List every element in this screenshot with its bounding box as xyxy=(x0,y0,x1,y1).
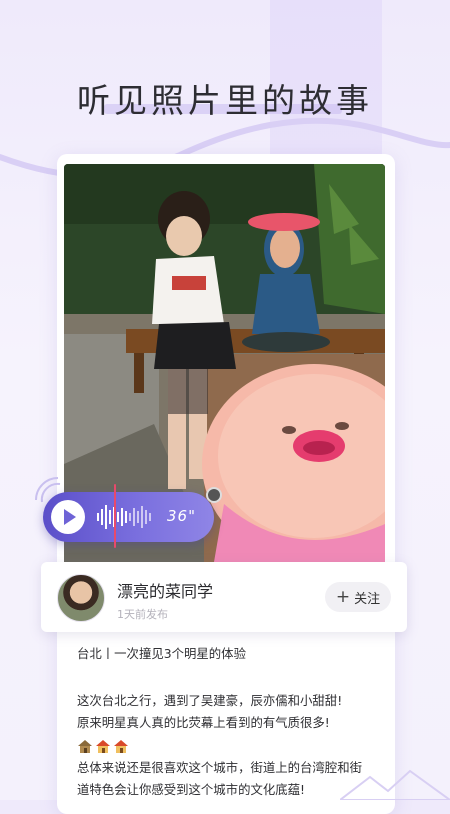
decorative-mountains xyxy=(340,769,450,800)
plus-icon: + xyxy=(335,586,351,607)
avatar[interactable] xyxy=(57,574,105,622)
emoji-row xyxy=(77,735,377,757)
playback-cursor[interactable] xyxy=(114,484,116,548)
play-icon xyxy=(63,509,76,525)
post-title: 台北丨一次撞见3个明星的体验 xyxy=(77,646,246,661)
house-icon xyxy=(78,739,92,753)
post-line: 总体来说还是很喜欢这个城市，街道上的台湾腔和街 xyxy=(77,759,362,775)
page-headline: 听见照片里的故事 xyxy=(77,81,373,120)
house-icon xyxy=(96,739,110,753)
post-time: 1天前发布 xyxy=(117,608,168,621)
voice-duration: 36" xyxy=(167,507,196,525)
play-button[interactable] xyxy=(51,500,85,534)
author-row: 漂亮的菜同学 1天前发布 + 关注 xyxy=(41,562,407,632)
follow-button[interactable]: + 关注 xyxy=(325,582,391,612)
post-line: 道特色会让你感受到这个城市的文化底蕴! xyxy=(77,782,305,797)
post-line: 原来明星真人真的比荧幕上看到的有气质很多! xyxy=(77,715,330,730)
author-name[interactable]: 漂亮的菜同学 xyxy=(117,578,213,602)
voice-player[interactable]: 36" xyxy=(43,492,214,542)
house-icon xyxy=(114,739,128,753)
progress-handle[interactable] xyxy=(206,487,222,503)
follow-label: 关注 xyxy=(354,591,381,607)
post-content: 台北丨一次撞见3个明星的体验 这次台北之行，遇到了吴建豪，辰亦儒和小甜甜! 原来… xyxy=(77,643,377,802)
post-line: 这次台北之行，遇到了吴建豪，辰亦儒和小甜甜! xyxy=(77,692,343,708)
